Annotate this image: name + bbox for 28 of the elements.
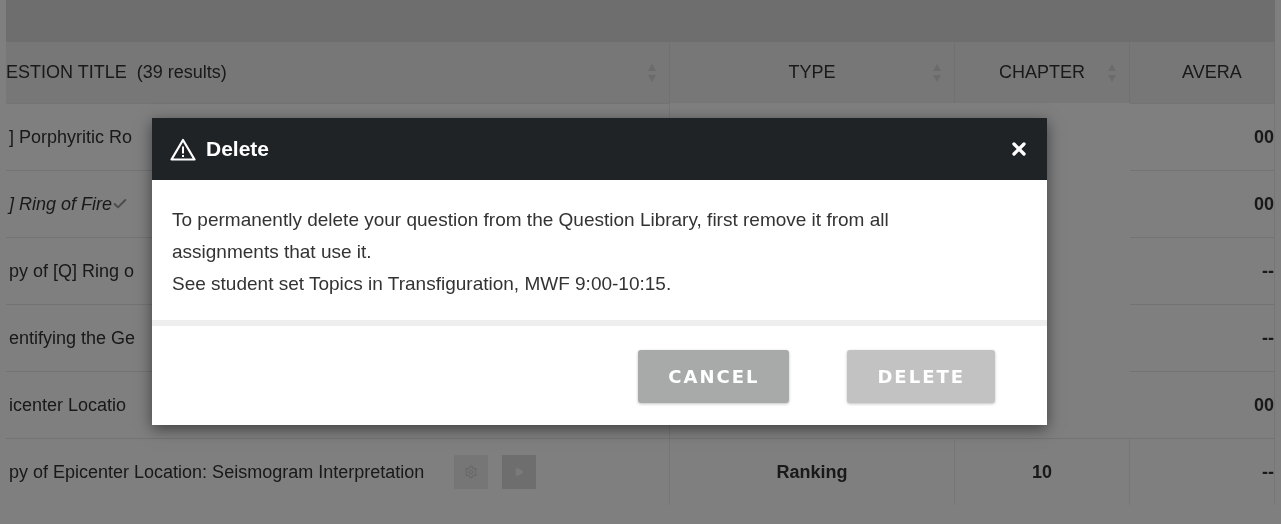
chapter-number: 10 [1032,461,1052,483]
average-score: -- [1262,461,1274,483]
column-header[interactable]: TYPE [670,42,955,103]
column-label: ESTION TITLE [6,62,127,83]
column-header[interactable]: ESTION TITLE (39 results) [6,42,670,103]
question-title[interactable]: py of Epicenter Location: Seismogram Interpretation [9,461,425,483]
question-title[interactable]: ] Porphyritic Ro [9,126,133,148]
question-title[interactable]: entifying the Ge [9,327,136,349]
result-count: (39 results) [136,62,227,83]
column-label: CHAPTER [999,62,1085,83]
dialog-message: See student set Topics in Transfiguration, MWF 9:00-10:15. [172,272,673,296]
cancel-button[interactable]: CANCEL [638,350,790,403]
close-button[interactable] [1009,139,1029,159]
average-score: 00 [1253,126,1274,148]
column-label: TYPE [788,62,836,83]
question-title[interactable]: py of [Q] Ring o [9,260,135,282]
column-label: AVERA [1182,62,1242,83]
question-title[interactable]: icenter Locatio [9,394,127,416]
average-score: 00 [1253,394,1274,416]
question-type: Ranking [776,461,848,483]
dialog-message: To permanently delete your question from the Question Library, first remove it from all assignments that use it. [172,208,890,264]
warning-icon [170,137,196,161]
average-score: 00 [1253,193,1274,215]
average-score: -- [1262,260,1274,282]
question-title[interactable]: ] Ring of Fire [9,193,113,215]
dialog-title: Delete [206,137,271,161]
column-header[interactable]: CHAPTER [955,42,1130,103]
average-score: -- [1262,327,1274,349]
